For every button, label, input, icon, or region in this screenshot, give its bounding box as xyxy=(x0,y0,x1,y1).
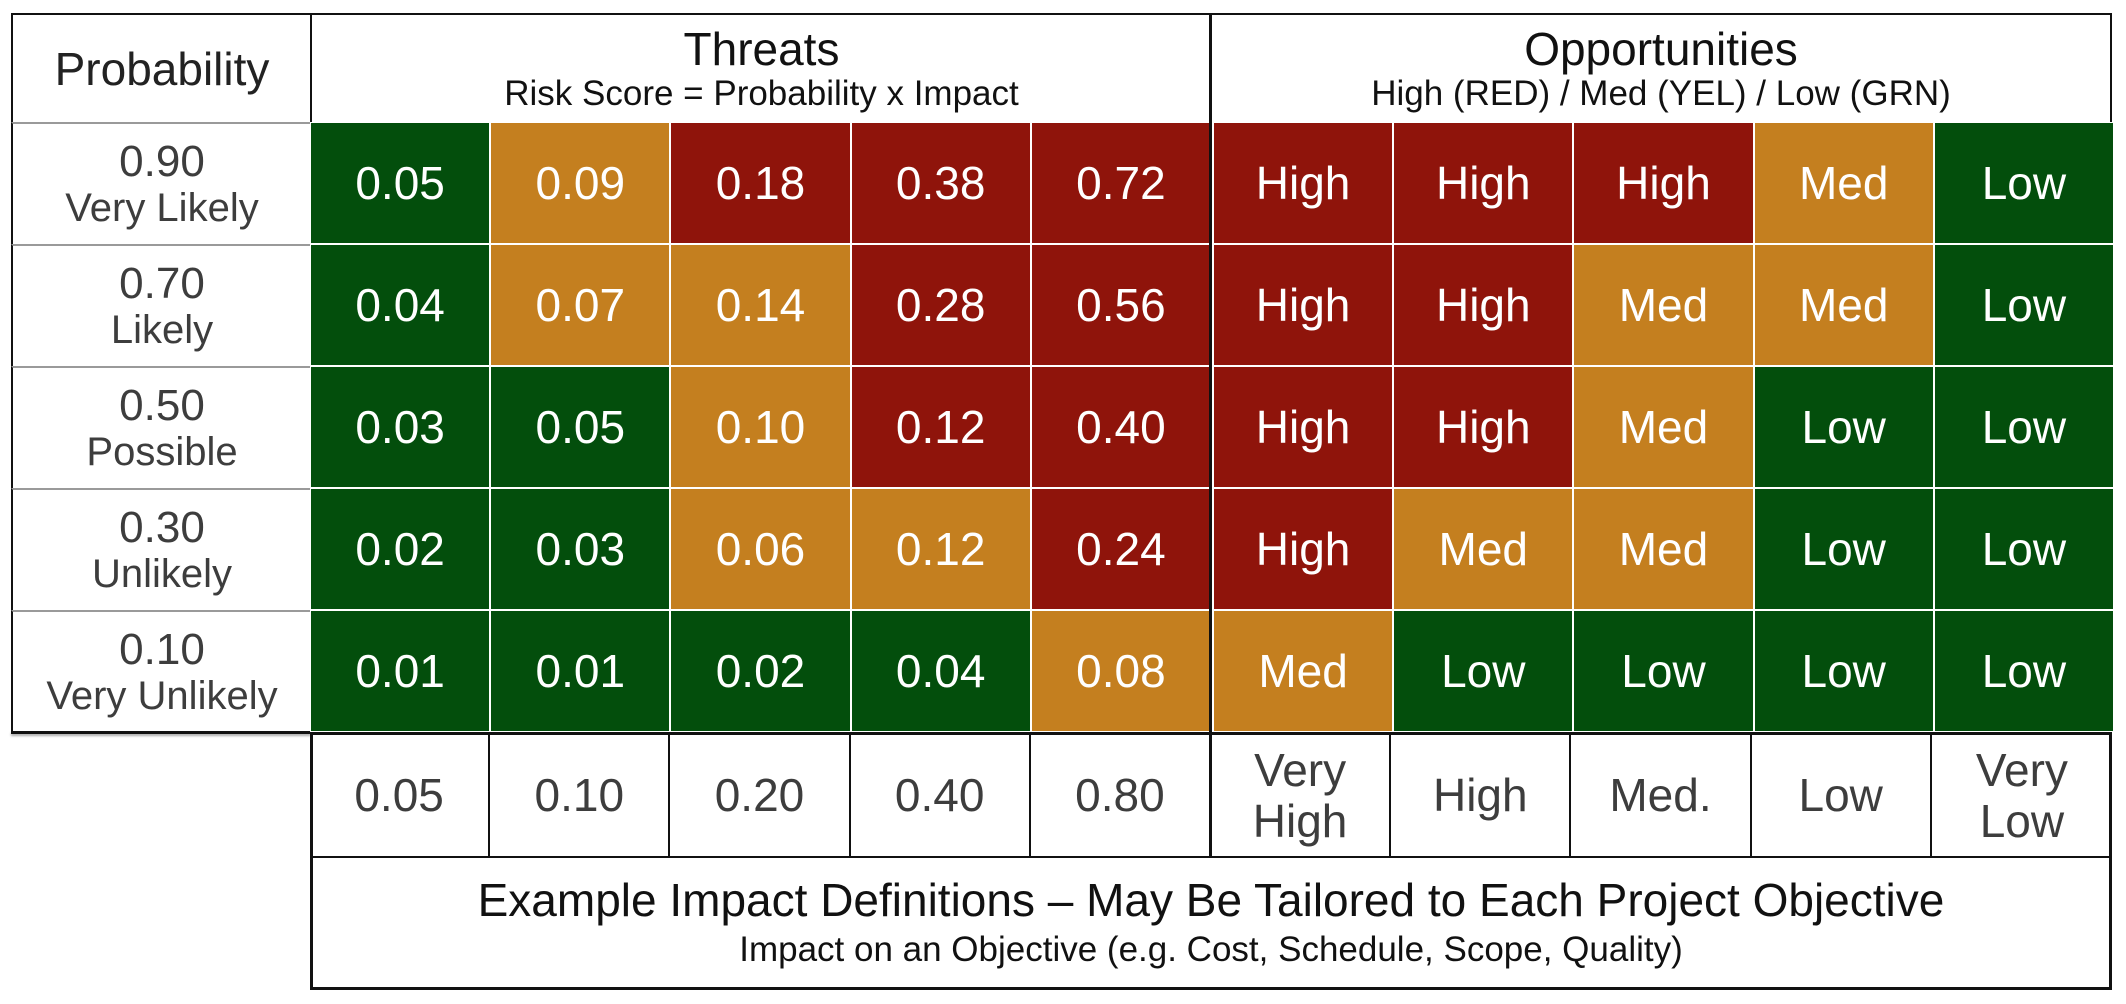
threat-score-cell: 0.03 xyxy=(310,366,491,488)
opportunity-level-cell: Low xyxy=(1393,610,1574,732)
opportunity-level-cell: Low xyxy=(1753,610,1934,732)
threat-score-cell: 0.12 xyxy=(850,488,1031,610)
probability-value: 0.50 xyxy=(119,380,205,430)
threat-score-cell: 0.04 xyxy=(850,610,1031,732)
threat-score-cell: 0.06 xyxy=(670,488,851,610)
opportunities-subtitle: High (RED) / Med (YEL) / Low (GRN) xyxy=(1371,73,1951,113)
threat-score-cell: 0.02 xyxy=(670,610,851,732)
opportunity-level-cell: High xyxy=(1213,122,1394,244)
threat-score-cell: 0.24 xyxy=(1030,488,1211,610)
threat-score-cell: 0.09 xyxy=(490,122,671,244)
opportunity-impact-label: High xyxy=(1391,735,1572,856)
opportunity-level-cell: High xyxy=(1393,244,1574,366)
threat-score-cell: 0.10 xyxy=(670,366,851,488)
threat-score-cell: 0.05 xyxy=(310,122,491,244)
opportunity-level-cell: Low xyxy=(1933,488,2114,610)
footer-title: Example Impact Definitions – May Be Tail… xyxy=(477,874,1945,927)
threat-score-cell: 0.56 xyxy=(1030,244,1211,366)
probability-value: 0.10 xyxy=(119,624,205,674)
threat-impact-label: 0.20 xyxy=(670,735,851,856)
threats-opportunities-divider xyxy=(1209,13,1212,858)
threat-score-cell: 0.03 xyxy=(490,488,671,610)
opportunity-level-cell: Med xyxy=(1573,244,1754,366)
opportunity-level-cell: Low xyxy=(1573,610,1754,732)
threats-title: Threats xyxy=(683,22,840,75)
probability-value: 0.90 xyxy=(119,136,205,186)
opportunity-level-cell: High xyxy=(1213,366,1394,488)
opportunity-impact-label: Low xyxy=(1752,735,1932,856)
opportunity-level-cell: High xyxy=(1213,244,1394,366)
opportunity-level-cell: Med xyxy=(1393,488,1574,610)
opportunity-level-cell: Low xyxy=(1753,366,1934,488)
threats-subtitle: Risk Score = Probability x Impact xyxy=(504,73,1019,113)
probability-row-label: 0.70 Likely xyxy=(11,244,311,366)
threat-score-cell: 0.12 xyxy=(850,366,1031,488)
threat-score-cell: 0.08 xyxy=(1030,610,1211,732)
probability-row-label: 0.50 Possible xyxy=(11,366,311,488)
threat-score-cell: 0.28 xyxy=(850,244,1031,366)
threat-impact-label: 0.80 xyxy=(1031,735,1211,856)
threat-impact-label: 0.05 xyxy=(310,735,491,856)
threat-score-cell: 0.14 xyxy=(670,244,851,366)
probability-label: Very Unlikely xyxy=(46,674,278,719)
threat-score-cell: 0.40 xyxy=(1030,366,1211,488)
footer-subtitle: Impact on an Objective (e.g. Cost, Sched… xyxy=(739,929,1683,969)
probability-label: Possible xyxy=(86,430,238,475)
threat-score-cell: 0.38 xyxy=(850,122,1031,244)
probability-row-label: 0.90 Very Likely xyxy=(11,122,311,244)
threat-score-cell: 0.02 xyxy=(310,488,491,610)
opportunity-level-cell: Med xyxy=(1573,488,1754,610)
probability-value: 0.30 xyxy=(119,502,205,552)
probability-label: Unlikely xyxy=(91,552,233,597)
opportunity-level-cell: Med xyxy=(1213,610,1394,732)
probability-label: Very Likely xyxy=(65,186,259,231)
threat-score-cell: 0.01 xyxy=(490,610,671,732)
opportunity-level-cell: Med xyxy=(1753,244,1934,366)
probability-header-label: Probability xyxy=(54,42,270,95)
opportunities-title: Opportunities xyxy=(1524,22,1798,75)
opportunity-level-cell: Low xyxy=(1933,122,2114,244)
opportunity-level-cell: Low xyxy=(1933,366,2114,488)
threats-header: Threats Risk Score = Probability x Impac… xyxy=(310,13,1211,122)
opportunity-level-cell: Low xyxy=(1753,488,1934,610)
threat-impact-label: 0.40 xyxy=(851,735,1031,856)
opportunity-level-cell: Med xyxy=(1753,122,1934,244)
opportunity-level-cell: High xyxy=(1393,366,1574,488)
probability-column-bottom-border xyxy=(11,731,311,734)
probability-header: Probability xyxy=(11,13,311,122)
threat-score-cell: 0.18 xyxy=(670,122,851,244)
probability-label: Likely xyxy=(110,308,214,353)
opportunities-header: Opportunities High (RED) / Med (YEL) / L… xyxy=(1210,13,2112,122)
threat-impact-label: 0.10 xyxy=(490,735,671,856)
opportunity-impact-label: Very High xyxy=(1211,735,1392,856)
probability-value: 0.70 xyxy=(119,258,205,308)
opportunity-level-cell: High xyxy=(1393,122,1574,244)
threat-score-cell: 0.05 xyxy=(490,366,671,488)
threat-score-cell: 0.01 xyxy=(310,610,491,732)
opportunity-level-cell: Low xyxy=(1933,244,2114,366)
opportunity-level-cell: Med xyxy=(1573,366,1754,488)
impact-definitions-footer: Example Impact Definitions – May Be Tail… xyxy=(310,857,2112,990)
probability-row-label: 0.30 Unlikely xyxy=(11,488,311,610)
threat-score-cell: 0.07 xyxy=(490,244,671,366)
threat-score-cell: 0.04 xyxy=(310,244,491,366)
opportunity-impact-label: Very Low xyxy=(1975,743,2068,847)
probability-row-label: 0.10 Very Unlikely xyxy=(11,610,311,732)
opportunity-level-cell: High xyxy=(1573,122,1754,244)
threat-score-cell: 0.72 xyxy=(1030,122,1211,244)
opportunity-impact-label: Med. xyxy=(1571,735,1752,856)
opportunity-level-cell: High xyxy=(1213,488,1394,610)
opportunity-level-cell: Low xyxy=(1933,610,2114,732)
